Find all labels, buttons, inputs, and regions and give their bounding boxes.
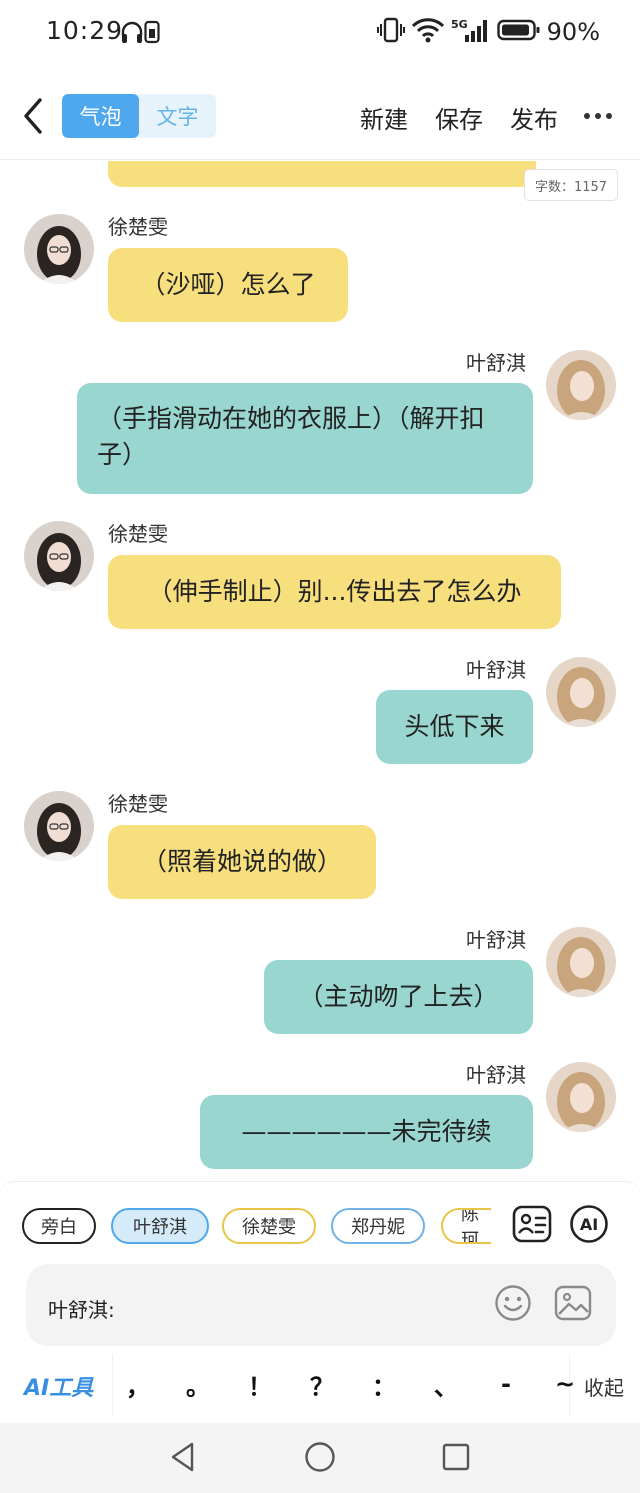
home-circle-icon bbox=[305, 1442, 335, 1472]
speaker-name: 叶舒淇 bbox=[466, 928, 526, 952]
ai-tools-button[interactable]: AI工具 bbox=[24, 1370, 93, 1402]
status-right: 5G 90% bbox=[376, 17, 600, 47]
word-count-badge: 字数：1157 bbox=[524, 169, 618, 201]
role-card-button[interactable] bbox=[512, 1204, 552, 1244]
status-bar: 10:29 5G 90% bbox=[0, 0, 640, 64]
quick-bar: AI工具 ， 。 ！ ？ ： 、 - ~ 收起 bbox=[0, 1354, 640, 1416]
sim-card-icon bbox=[144, 20, 160, 48]
avatar-yeshuqi[interactable] bbox=[546, 350, 616, 420]
avatar-portrait-icon bbox=[24, 791, 94, 861]
input-prefix: 叶舒淇: bbox=[48, 1298, 115, 1322]
punct-exclamation[interactable]: ！ bbox=[240, 1366, 280, 1402]
back-triangle-icon bbox=[171, 1442, 194, 1472]
svg-text:AI: AI bbox=[580, 1215, 598, 1234]
ai-circle-icon: AI bbox=[570, 1205, 608, 1243]
nav-home-button[interactable] bbox=[304, 1441, 336, 1473]
chat-bubble[interactable]: （沙哑）怎么了 bbox=[108, 248, 348, 322]
save-button[interactable]: 保存 bbox=[435, 100, 483, 135]
chat-bubble[interactable]: （手指滑动在她的衣服上）（解开扣子） bbox=[77, 383, 533, 494]
chat-bubble-partial[interactable] bbox=[108, 161, 536, 187]
nav-recents-button[interactable] bbox=[440, 1441, 472, 1473]
chat-bubble[interactable]: （主动吻了上去） bbox=[264, 960, 533, 1034]
publish-button[interactable]: 发布 bbox=[510, 100, 558, 135]
tab-bubble[interactable]: 气泡 bbox=[62, 94, 139, 138]
chat-bubble[interactable]: （照着她说的做） bbox=[108, 825, 376, 899]
speaker-name: 徐楚雯 bbox=[108, 792, 168, 816]
avatar-portrait-icon bbox=[546, 1062, 616, 1132]
punct-dash[interactable]: - bbox=[486, 1366, 526, 1402]
avatar-yeshuqi[interactable] bbox=[546, 927, 616, 997]
more-dot bbox=[606, 113, 612, 119]
avatar-portrait-icon bbox=[546, 657, 616, 727]
punct-question[interactable]: ？ bbox=[302, 1366, 342, 1402]
vibrate-icon bbox=[376, 17, 405, 47]
avatar-xuchuwen[interactable] bbox=[24, 214, 94, 284]
role-chip-chenke[interactable]: 陈珂 bbox=[441, 1208, 491, 1244]
back-button[interactable] bbox=[16, 96, 52, 136]
avatar-xuchuwen[interactable] bbox=[24, 521, 94, 591]
chat-bubble[interactable]: ——————未完待续 bbox=[200, 1095, 533, 1169]
more-button[interactable] bbox=[584, 104, 614, 128]
nav-back-button[interactable] bbox=[168, 1441, 200, 1473]
message-input[interactable]: 叶舒淇: bbox=[26, 1264, 616, 1346]
id-card-icon bbox=[512, 1205, 552, 1243]
punct-tilde[interactable]: ~ bbox=[545, 1366, 585, 1402]
role-chip-xuchuwen[interactable]: 徐楚雯 bbox=[222, 1208, 316, 1244]
role-chip-zhengdanni[interactable]: 郑丹妮 bbox=[331, 1208, 425, 1244]
headset-icon bbox=[120, 20, 144, 50]
avatar-xuchuwen[interactable] bbox=[24, 791, 94, 861]
signal-5g-icon: 5G bbox=[451, 17, 491, 47]
ai-button[interactable]: AI bbox=[569, 1204, 609, 1244]
speaker-name: 叶舒淇 bbox=[466, 658, 526, 682]
avatar-portrait-icon bbox=[24, 214, 94, 284]
chat-area[interactable]: 字数：1157 徐楚雯 （沙哑）怎么了 叶舒淇 （手指滑动在她的衣服上）（解开扣… bbox=[0, 161, 640, 1181]
collapse-button[interactable]: 收起 bbox=[584, 1372, 624, 1401]
punct-enum-comma[interactable]: 、 bbox=[426, 1366, 466, 1402]
avatar-portrait-icon bbox=[24, 521, 94, 591]
status-time: 10:29 bbox=[46, 16, 124, 45]
avatar-yeshuqi[interactable] bbox=[546, 1062, 616, 1132]
speaker-name: 叶舒淇 bbox=[466, 351, 526, 375]
top-bar: 气泡 文字 新建 保存 发布 bbox=[0, 64, 640, 160]
tab-text[interactable]: 文字 bbox=[139, 94, 216, 138]
role-chip-yeshuqi[interactable]: 叶舒淇 bbox=[111, 1208, 209, 1244]
speaker-name: 徐楚雯 bbox=[108, 522, 168, 546]
punct-colon[interactable]: ： bbox=[364, 1366, 404, 1402]
image-icon bbox=[554, 1285, 592, 1321]
avatar-portrait-icon bbox=[546, 350, 616, 420]
wifi-icon bbox=[411, 17, 445, 47]
recents-square-icon bbox=[442, 1443, 470, 1471]
punctuation-strip: ， 。 ！ ？ ： 、 - ~ bbox=[112, 1354, 575, 1416]
emoji-button[interactable] bbox=[494, 1284, 532, 1322]
mode-toggle: 气泡 文字 bbox=[62, 94, 216, 138]
battery-percent: 90% bbox=[546, 18, 600, 46]
system-nav-bar bbox=[0, 1423, 640, 1493]
punct-comma[interactable]: ， bbox=[118, 1366, 158, 1402]
new-button[interactable]: 新建 bbox=[360, 100, 408, 135]
chat-bubble[interactable]: 头低下来 bbox=[376, 690, 533, 764]
role-chip-narrator[interactable]: 旁白 bbox=[22, 1208, 96, 1244]
avatar-portrait-icon bbox=[546, 927, 616, 997]
speaker-name: 徐楚雯 bbox=[108, 215, 168, 239]
punct-period[interactable]: 。 bbox=[178, 1366, 218, 1402]
more-dot bbox=[595, 113, 601, 119]
image-button[interactable] bbox=[554, 1284, 592, 1322]
emoji-icon bbox=[495, 1285, 531, 1321]
avatar-yeshuqi[interactable] bbox=[546, 657, 616, 727]
chat-bubble[interactable]: （伸手制止）别...传出去了怎么办 bbox=[108, 555, 561, 629]
svg-text:5G: 5G bbox=[451, 18, 468, 31]
battery-icon bbox=[496, 18, 541, 46]
more-dot bbox=[584, 113, 590, 119]
chevron-left-icon bbox=[24, 98, 42, 134]
composer-panel: 旁白 叶舒淇 徐楚雯 郑丹妮 陈珂 AI 叶舒淇: AI工具 ， 。 ！ ？ ：… bbox=[0, 1181, 640, 1423]
speaker-name: 叶舒淇 bbox=[466, 1063, 526, 1087]
